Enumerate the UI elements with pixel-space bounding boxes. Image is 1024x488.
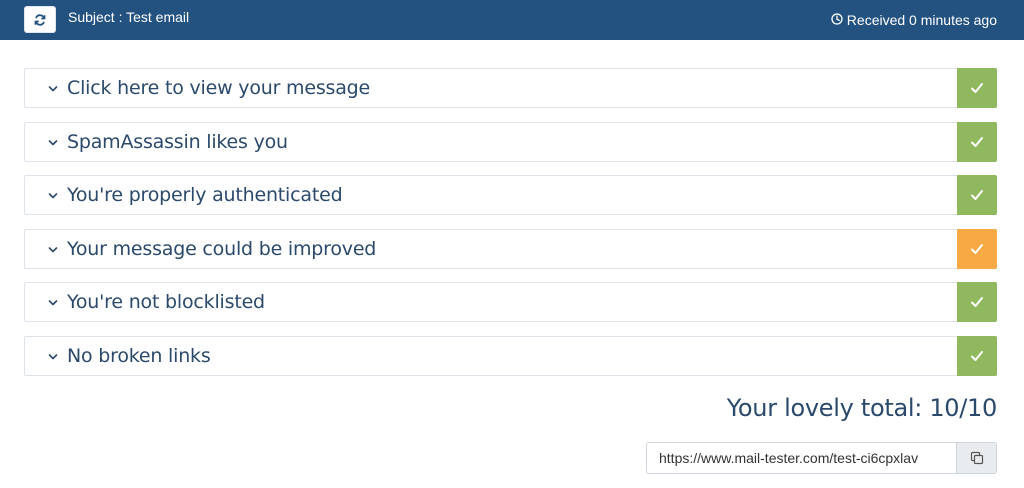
checkmark-icon [971, 351, 983, 361]
status-badge-ok [957, 282, 997, 322]
share-url-input[interactable] [646, 442, 956, 474]
status-badge-ok [957, 122, 997, 162]
received-time: Received 0 minutes ago [831, 0, 997, 40]
chevron-down-icon [48, 354, 58, 360]
received-label: Received 0 minutes ago [846, 11, 997, 28]
header-bar: Subject : Test email Received 0 minutes … [0, 0, 1024, 40]
check-row-spamassassin[interactable]: SpamAssassin likes you [24, 122, 997, 162]
checkmark-icon [971, 244, 983, 254]
refresh-icon [34, 13, 46, 26]
check-label: No broken links [67, 345, 211, 367]
checkmark-icon [971, 190, 983, 200]
check-row-view-message[interactable]: Click here to view your message [24, 68, 997, 108]
share-url-group [646, 442, 997, 474]
score-total: Your lovely total: 10/10 [726, 394, 998, 422]
checkmark-icon [971, 83, 983, 93]
chevron-down-icon [48, 140, 58, 146]
chevron-down-icon [48, 86, 58, 92]
status-badge-ok [957, 175, 997, 215]
check-label: Your message could be improved [67, 238, 377, 260]
chevron-down-icon [48, 247, 58, 253]
check-row-broken-links[interactable]: No broken links [24, 336, 997, 376]
check-label: You're properly authenticated [67, 184, 343, 206]
check-row-authentication[interactable]: You're properly authenticated [24, 175, 997, 215]
copy-button[interactable] [956, 442, 997, 474]
check-label: SpamAssassin likes you [67, 131, 288, 153]
checkmark-icon [971, 137, 983, 147]
chevron-down-icon [48, 300, 58, 306]
check-row-improvements[interactable]: Your message could be improved [24, 229, 997, 269]
status-badge-ok [957, 336, 997, 376]
email-subject: Subject : Test email [68, 9, 190, 25]
check-row-blocklist[interactable]: You're not blocklisted [24, 282, 997, 322]
check-label: You're not blocklisted [67, 291, 265, 313]
status-badge-ok [957, 68, 997, 108]
chevron-down-icon [48, 193, 58, 199]
check-label: Click here to view your message [67, 77, 371, 99]
clock-icon [831, 12, 843, 25]
refresh-button[interactable] [24, 6, 56, 33]
checkmark-icon [971, 297, 983, 307]
status-badge-warning [957, 229, 997, 269]
copy-icon [970, 451, 983, 465]
